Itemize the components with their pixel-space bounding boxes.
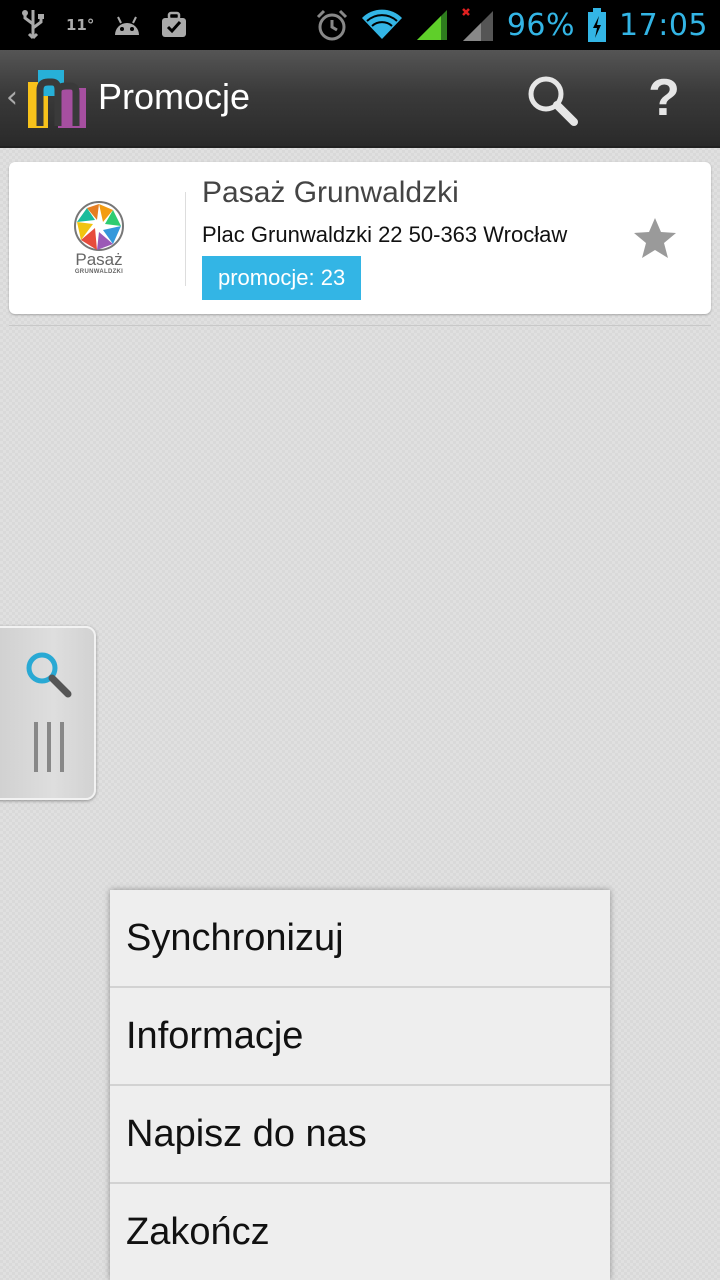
briefcase-check-icon: [162, 11, 187, 37]
options-menu: Synchronizuj Informacje Napisz do nas Za…: [110, 890, 610, 1280]
menu-item-exit[interactable]: Zakończ: [110, 1184, 610, 1280]
side-drawer-handle[interactable]: [0, 626, 96, 800]
status-right: 96% 17:05: [315, 4, 708, 46]
menu-item-synchronize[interactable]: Synchronizuj: [110, 890, 610, 988]
mall-card[interactable]: Pasaż GRUNWALDZKI Pasaż Grunwaldzki Plac…: [9, 162, 711, 314]
menu-item-contact-us[interactable]: Napisz do nas: [110, 1086, 610, 1184]
mall-logo-icon: [74, 201, 124, 251]
grip-icon[interactable]: [34, 722, 64, 772]
list-divider: [9, 325, 711, 326]
card-divider: [185, 192, 186, 286]
alarm-icon: [316, 9, 347, 41]
back-chevron-icon[interactable]: ‹: [6, 80, 18, 115]
mall-address: Plac Grunwaldzki 22 50-363 Wrocław: [202, 222, 568, 247]
mall-name: Pasaż Grunwaldzki: [202, 176, 459, 209]
star-icon[interactable]: [632, 216, 678, 260]
battery-charging-icon: [588, 8, 607, 42]
wifi-icon: [361, 9, 402, 39]
signal-icon: [416, 10, 447, 40]
status-left: 11°: [18, 8, 188, 42]
search-icon[interactable]: [22, 648, 74, 700]
promotions-badge[interactable]: promocje: 23: [202, 256, 362, 300]
app-logo-icon[interactable]: [26, 68, 88, 130]
android-icon: [115, 16, 140, 35]
clock-time: 17:05: [619, 7, 708, 43]
mall-logo-subtext: GRUNWALDZKI: [74, 269, 124, 275]
menu-item-information[interactable]: Informacje: [110, 988, 610, 1086]
action-bar: ‹ Promocje ?: [0, 50, 720, 148]
mall-logo-text: Pasaż: [75, 250, 123, 269]
search-icon[interactable]: [522, 70, 582, 130]
battery-percent: 96%: [506, 7, 576, 43]
usb-icon: [22, 10, 44, 40]
signal-no-data-icon: [461, 8, 493, 41]
help-icon[interactable]: ?: [636, 68, 692, 128]
status-bar: 11° 96% 17:05: [0, 0, 720, 50]
temperature-text: 11°: [66, 16, 95, 34]
page-title: Promocje: [98, 76, 251, 117]
